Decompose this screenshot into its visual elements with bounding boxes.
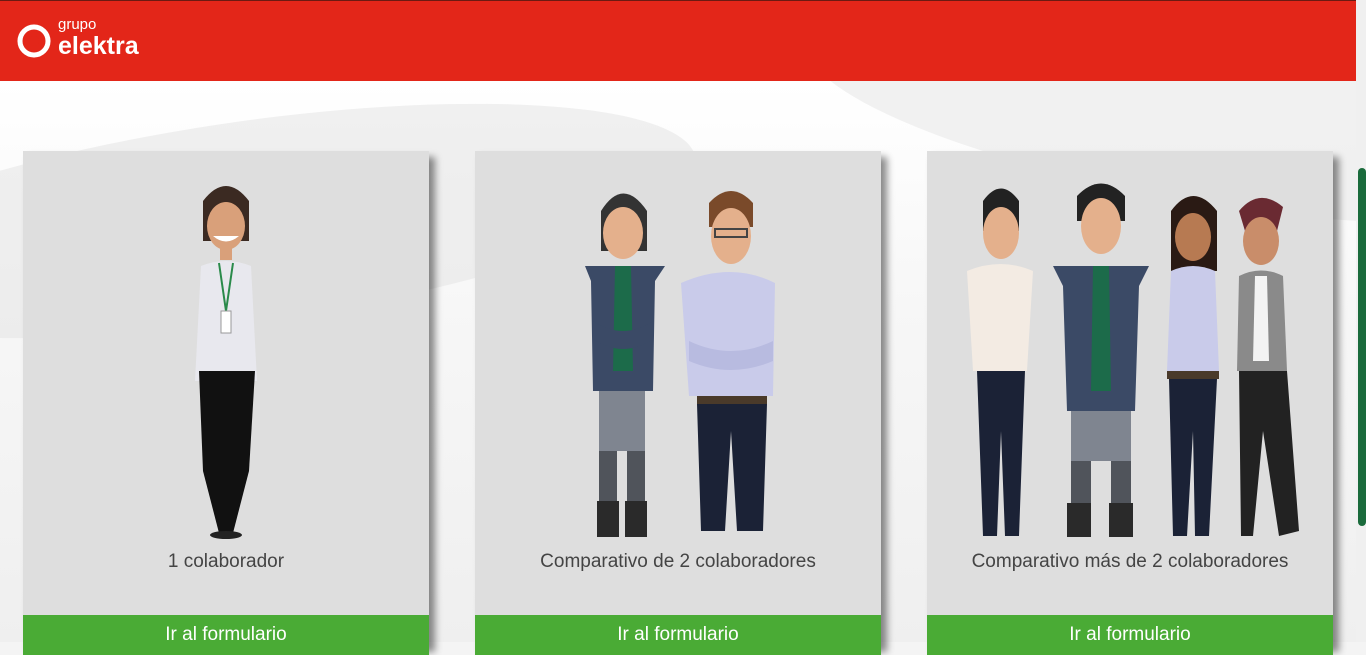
go-to-form-button[interactable]: Ir al formulario <box>927 615 1333 655</box>
vertical-scrollbar[interactable] <box>1356 0 1366 642</box>
card-2-colaboradores: Comparativo de 2 colaboradores Ir al for… <box>475 151 881 655</box>
card-1-colaborador: 1 colaborador Ir al formulario <box>23 151 429 655</box>
card-label: Comparativo de 2 colaboradores <box>540 551 816 572</box>
go-to-form-button[interactable]: Ir al formulario <box>475 615 881 655</box>
single-employee-illustration <box>195 186 257 539</box>
grupo-elektra-logo[interactable]: grupo elektra <box>14 17 164 65</box>
two-employees-illustration <box>585 191 775 537</box>
card-mas-de-2-colaboradores: Comparativo más de 2 colaboradores Ir al… <box>927 151 1333 655</box>
brand-name-text: elektra <box>58 32 139 60</box>
group-employees-illustration <box>967 183 1299 537</box>
scrollbar-thumb[interactable] <box>1358 168 1366 526</box>
card-label: 1 colaborador <box>167 551 285 572</box>
top-header: grupo elektra <box>0 0 1356 81</box>
card-label: Comparativo más de 2 colaboradores <box>971 551 1289 572</box>
go-to-form-button[interactable]: Ir al formulario <box>23 615 429 655</box>
elektra-swirl-icon <box>17 24 51 58</box>
